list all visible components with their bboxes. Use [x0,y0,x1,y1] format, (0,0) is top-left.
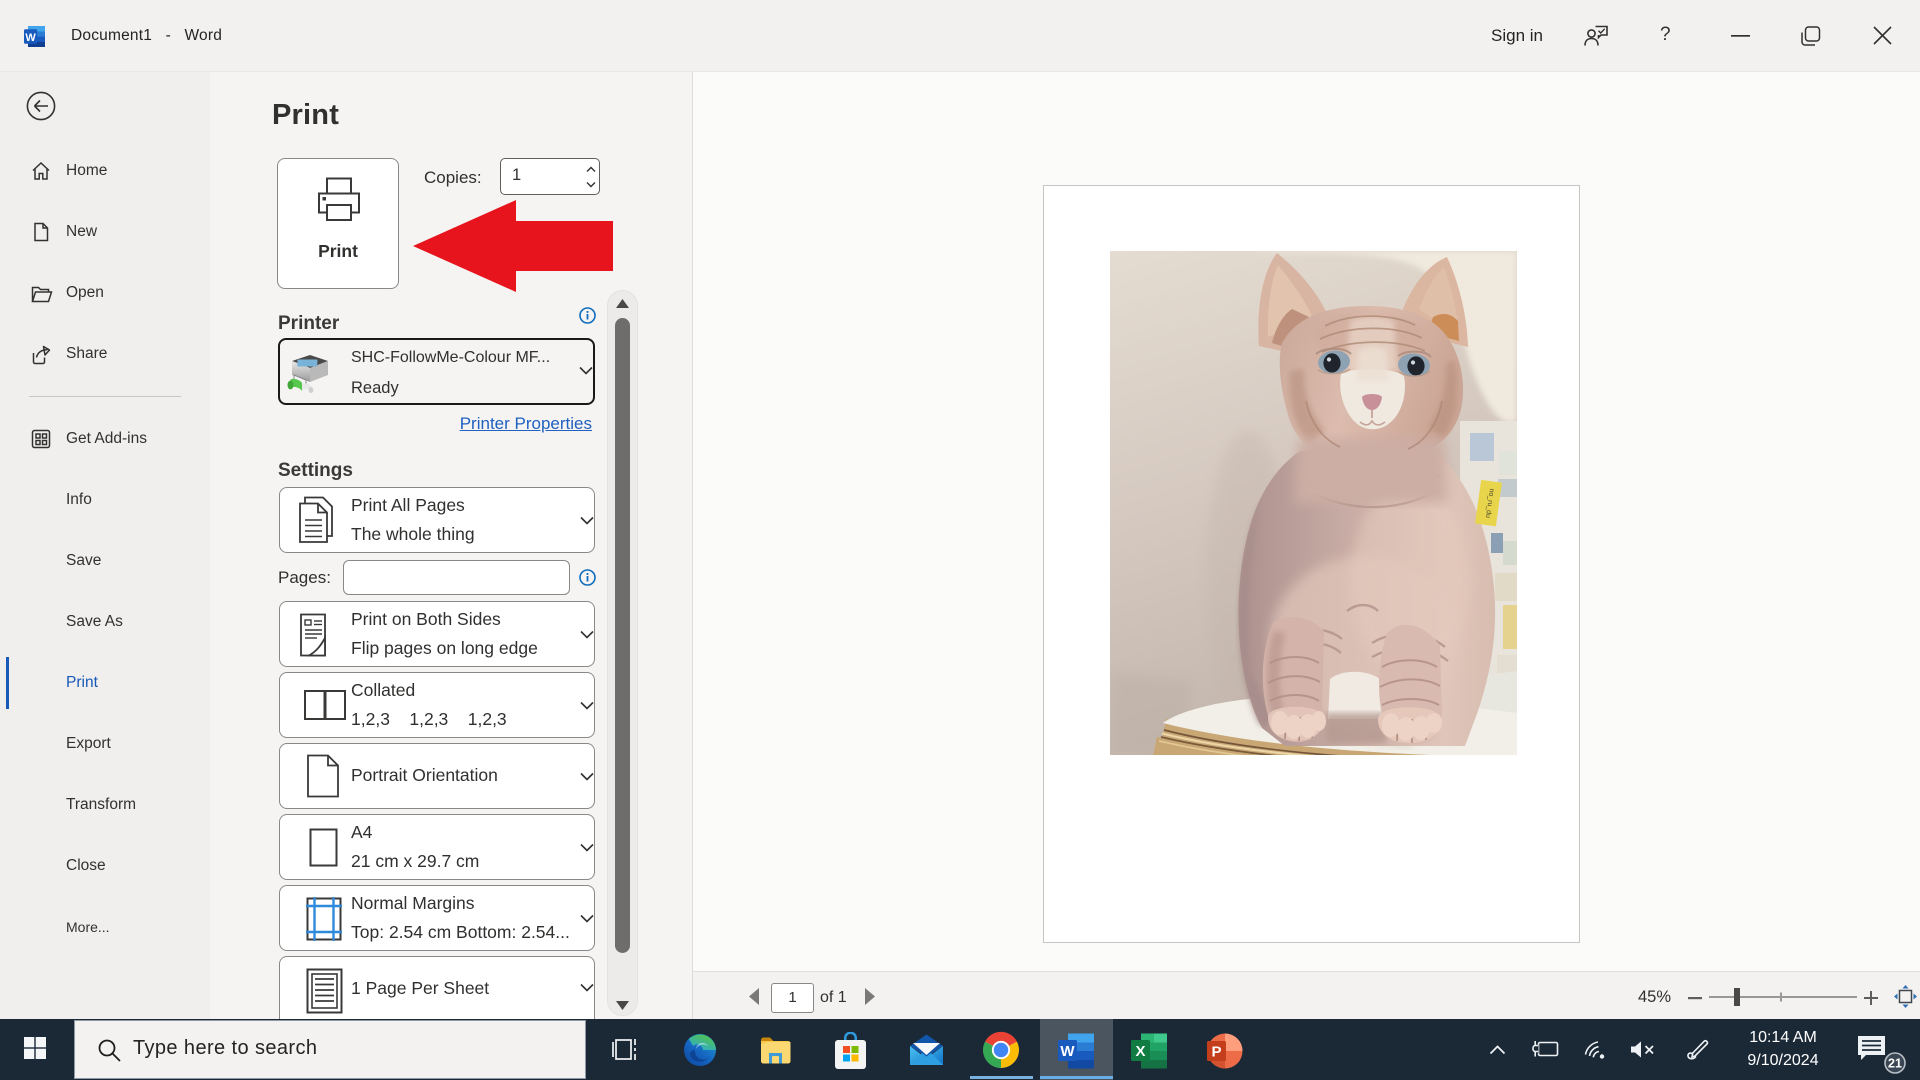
svg-text:W: W [1060,1043,1075,1060]
svg-text:21: 21 [1888,1057,1902,1071]
svg-text:X: X [1135,1043,1145,1060]
svg-text:W: W [25,32,36,44]
svg-text:P: P [1211,1044,1221,1061]
